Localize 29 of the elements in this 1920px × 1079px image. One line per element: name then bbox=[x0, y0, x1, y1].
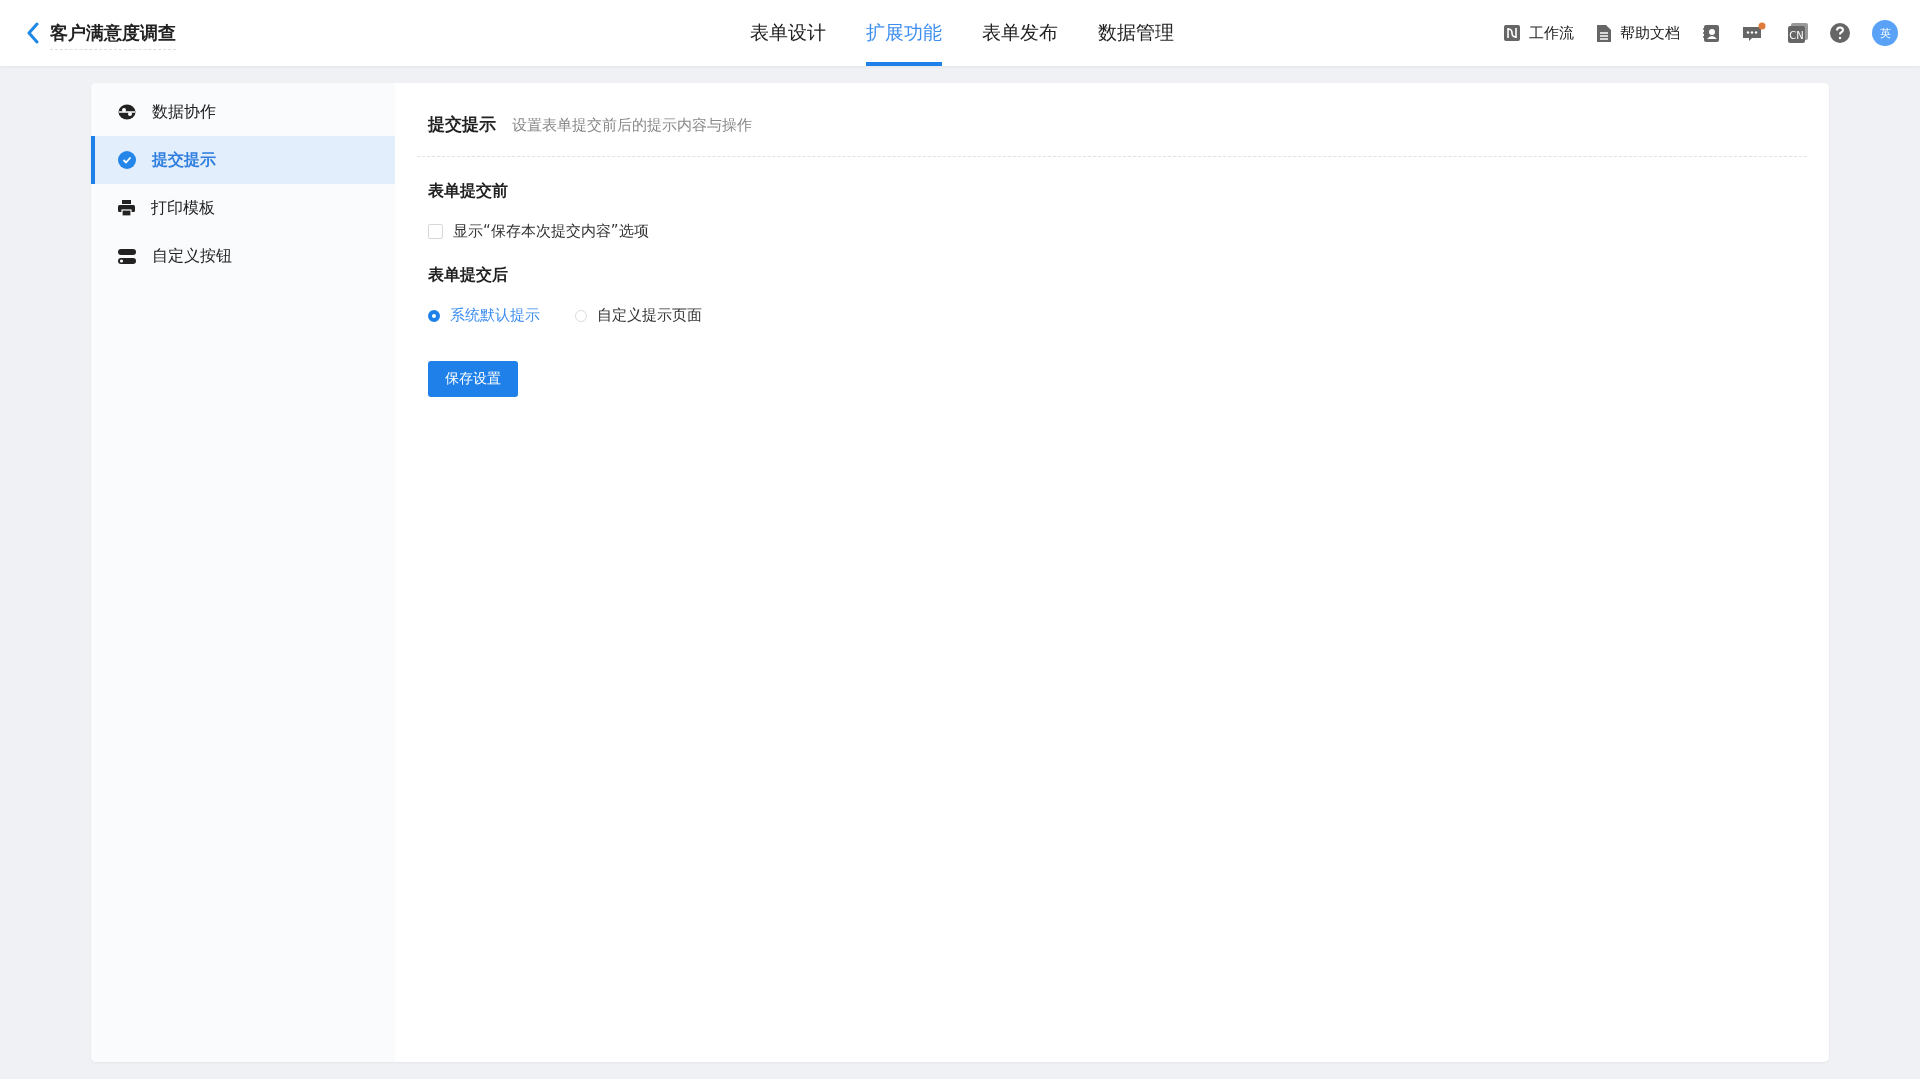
check-circle-icon bbox=[118, 151, 136, 169]
sidebar-item[interactable]: 打印模板 bbox=[91, 184, 395, 232]
toggle-icon bbox=[118, 248, 136, 264]
sidebar-item[interactable]: 数据协作 bbox=[91, 88, 395, 136]
nav-tab[interactable]: 表单设计 bbox=[750, 0, 826, 66]
form-title[interactable]: 客户满意度调查 bbox=[50, 16, 176, 50]
save-button[interactable]: 保存设置 bbox=[428, 361, 518, 397]
radio-option[interactable]: 自定义提示页面 bbox=[564, 286, 702, 325]
checkbox-option[interactable]: 显示“保存本次提交内容”选项 bbox=[417, 202, 1807, 241]
language-icon[interactable]: CN bbox=[1788, 23, 1808, 43]
sidebar-item[interactable]: 自定义按钮 bbox=[91, 232, 395, 280]
group-heading: 表单提交前 bbox=[427, 180, 509, 202]
document-icon bbox=[1596, 23, 1612, 43]
section-title: 提交提示 bbox=[428, 113, 496, 136]
flow-icon bbox=[1503, 24, 1521, 42]
contacts-icon[interactable] bbox=[1702, 23, 1720, 43]
checkbox[interactable] bbox=[428, 224, 443, 239]
radio-button[interactable] bbox=[428, 309, 440, 322]
back-icon[interactable] bbox=[26, 22, 40, 44]
toolbar-link[interactable]: 帮助文档 bbox=[1596, 23, 1680, 43]
help-icon[interactable] bbox=[1830, 23, 1850, 43]
nav-tab[interactable]: 表单发布 bbox=[982, 0, 1058, 66]
chat-icon[interactable] bbox=[1742, 22, 1766, 44]
group-heading: 表单提交后 bbox=[427, 264, 509, 286]
nav-tab[interactable]: 数据管理 bbox=[1098, 0, 1174, 66]
share-icon bbox=[118, 104, 136, 120]
toolbar-link[interactable]: 工作流 bbox=[1503, 23, 1574, 43]
printer-icon bbox=[118, 200, 135, 216]
section-description: 设置表单提交前后的提示内容与操作 bbox=[512, 116, 752, 135]
